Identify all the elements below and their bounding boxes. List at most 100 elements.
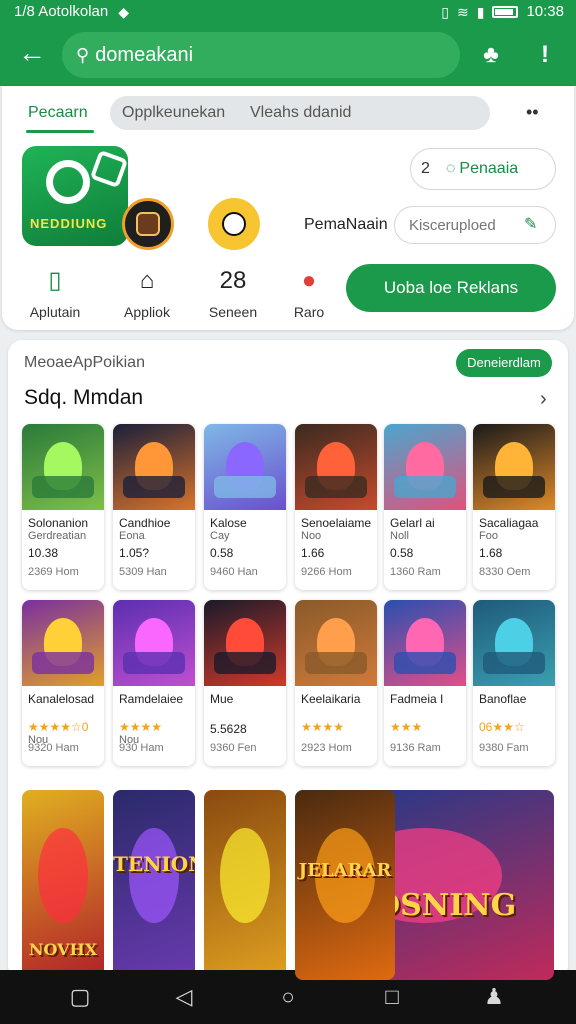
promo-tile[interactable]: TENION <box>113 790 195 980</box>
game-value: 10.38 <box>28 546 59 560</box>
game-tile[interactable]: Kanalelosad ★★★★☆0 Nou 9320 Ham <box>22 600 104 766</box>
search-query: domeakani <box>95 43 194 66</box>
game-art <box>113 424 195 510</box>
game-name: Kanalelosad <box>28 692 95 706</box>
section-chip[interactable]: Deneierdlam <box>456 349 552 377</box>
action-appliok[interactable]: ⌂ Appliok <box>112 266 182 320</box>
tab-indicator <box>26 130 94 133</box>
pack-icon: ⌂ <box>139 267 155 294</box>
alert-icon[interactable]: ! <box>530 40 560 70</box>
game-meta: 930 Ham <box>119 742 164 754</box>
game-tile[interactable]: Banoflae 06★★☆ 9380 Fam <box>473 600 555 766</box>
rating-stars: 06★★☆ <box>479 720 525 734</box>
edit-icon[interactable]: ✎ <box>524 214 537 234</box>
game-meta: 9380 Fam <box>479 742 529 754</box>
game-subtitle: Gerdreatian <box>28 530 87 542</box>
tab-pill-item-1[interactable]: Opplkeunekan <box>122 104 225 122</box>
game-tile[interactable]: Mue 5.5628 9360 Fen <box>204 600 286 766</box>
game-art <box>473 600 555 686</box>
game-tile[interactable]: Ramdelaiee ★★★★ Nou 930 Ham <box>113 600 195 766</box>
game-art <box>473 424 555 510</box>
game-tile[interactable]: Senoelaiame Noo 1.66 9266 Hom <box>295 424 377 590</box>
game-meta: 8330 Oem <box>479 566 531 578</box>
action-raro[interactable]: ● Raro <box>274 266 344 320</box>
game-meta: 5309 Han <box>119 566 167 578</box>
chat-icon: ◌ <box>445 160 456 177</box>
game-subtitle: Noo <box>301 530 322 542</box>
primary-cta-button[interactable]: Uoba loe Reklans <box>346 264 556 312</box>
game-meta: 9320 Ham <box>28 742 79 754</box>
game-art <box>204 424 286 510</box>
game-name: Ramdelaiee <box>119 692 184 706</box>
game-tile[interactable]: Sacaliagaa Foo 1.68 8330 Oem <box>473 424 555 590</box>
game-meta: 9136 Ram <box>390 742 441 754</box>
tab-overview-icon[interactable]: ▢ <box>64 982 96 1012</box>
game-art <box>113 600 195 686</box>
location-icon: ● <box>301 267 317 294</box>
tab-pill-item-2[interactable]: Vleahs ddanid <box>250 104 351 122</box>
rating-stars: ★★★ <box>390 720 423 734</box>
search-icon: ⚲ <box>76 44 90 65</box>
nav-recents-icon[interactable]: □ <box>376 982 408 1012</box>
action-aplutain[interactable]: ▯ Aplutain <box>20 266 90 320</box>
promo-tile[interactable]: NOVHX <box>22 790 104 980</box>
game-art <box>295 424 377 510</box>
game-tile[interactable]: Fadmeia I ★★★ 9136 Ram <box>384 600 466 766</box>
game-meta: 1360 Ram <box>390 566 441 578</box>
nav-profile-icon[interactable]: ♟ <box>478 982 510 1012</box>
game-name: Fadmeia I <box>390 692 444 706</box>
game-name: Candhioe <box>119 516 171 530</box>
game-tile[interactable]: Keelaikaria ★★★★ 2923 Hom <box>295 600 377 766</box>
promo-title: TENION <box>113 852 195 876</box>
chevron-right-icon[interactable]: › <box>540 388 547 411</box>
game-name: Sacaliagaa <box>479 516 539 530</box>
game-meta: 2369 Hom <box>28 566 79 578</box>
app-header-card: Pecaarn Opplkeunekan Vleahs ddanid •• NE… <box>2 86 574 330</box>
clipboard-icon: ▯ <box>48 267 62 294</box>
section-title: Sdq. Mmdan <box>24 386 144 409</box>
game-value: 1.68 <box>479 546 503 560</box>
game-name: Senoelaiame <box>301 516 372 530</box>
game-art <box>384 600 466 686</box>
game-art <box>204 600 286 686</box>
game-meta: 2923 Hom <box>301 742 352 754</box>
status-time: 10:38 <box>526 3 564 20</box>
account-icon[interactable]: ♣ <box>476 40 506 70</box>
game-value: 0.58 <box>390 546 414 560</box>
rating-stars: ★★★★ <box>301 720 345 734</box>
game-tile[interactable]: Candhioe Eona 1.05? 5309 Han <box>113 424 195 590</box>
rating-stars: ★★★★ <box>119 720 163 734</box>
game-subtitle: Eona <box>119 530 145 542</box>
promo-title: JELARAR <box>298 860 392 881</box>
more-options-icon[interactable]: •• <box>526 102 539 123</box>
app-bar: ← ⚲ domeakani ♣ ! <box>0 28 576 82</box>
signal-icon: ▮ <box>476 3 485 20</box>
game-tile[interactable]: Gelarl ai Noll 0.58 1360 Ram <box>384 424 466 590</box>
game-name: Keelaikaria <box>301 692 361 706</box>
game-tile[interactable]: Kalose Cay 0.58 9460 Han <box>204 424 286 590</box>
games-section: MeoaeApPoikian Deneierdlam Sdq. Mmdan › … <box>8 340 568 980</box>
pill-search-button[interactable]: 2 ◌ Penaaia <box>410 148 556 190</box>
game-subtitle: Foo <box>479 530 498 542</box>
game-meta: 9266 Hom <box>301 566 352 578</box>
game-subtitle: Cay <box>210 530 230 542</box>
back-arrow-icon[interactable]: ← <box>16 38 48 70</box>
game-value: 0.58 <box>210 546 234 560</box>
nav-back-icon[interactable]: ◁ <box>168 982 200 1012</box>
promo-tile[interactable]: JELARAR <box>295 790 395 980</box>
tab-pill[interactable]: Opplkeunekan Vleahs ddanid <box>110 96 490 130</box>
logo-text: NEDDIUNG <box>30 216 108 231</box>
status-left-text: 1/8 Aotolkolan <box>14 3 109 20</box>
game-value: 5.5628 <box>210 722 247 736</box>
nav-home-icon[interactable]: ○ <box>272 982 304 1012</box>
number-icon: 28 <box>219 267 247 294</box>
tab-active[interactable]: Pecaarn <box>28 104 88 122</box>
game-art <box>22 600 104 686</box>
game-tile[interactable]: Solonanion Gerdreatian 10.38 2369 Hom <box>22 424 104 590</box>
promo-tile[interactable] <box>204 790 286 980</box>
search-bar[interactable]: ⚲ domeakani <box>62 32 460 78</box>
notification-icon: ◆ <box>118 3 130 20</box>
game-meta: 9460 Han <box>210 566 258 578</box>
action-seneen[interactable]: 28 Seneen <box>198 266 268 320</box>
game-meta: 9360 Fen <box>210 742 257 754</box>
